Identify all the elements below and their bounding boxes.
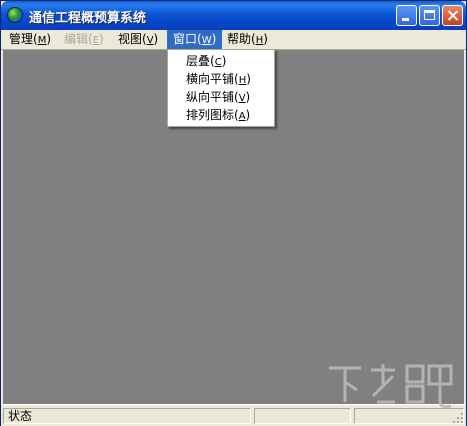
status-text: 状态 [8,409,33,423]
menu-mnemonic: W [201,35,212,46]
menu-label: 管理 [9,32,34,46]
menu-edit[interactable]: 编辑(E) [58,30,110,49]
menu-label: 视图 [118,32,143,46]
menu-help[interactable]: 帮助(H) [221,30,274,49]
window-menu-dropdown: 层叠(C) 横向平铺(H) 纵向平铺(V) 排列图标(A) [167,49,275,127]
minimize-icon [402,18,409,21]
globe-icon[interactable] [7,7,23,23]
menu-item-label: 横向平铺 [186,72,235,86]
menu-window[interactable]: 窗口(W) [167,30,223,49]
close-button[interactable] [442,5,463,26]
menu-bar: 管理(M) 编辑(E) 视图(V) 窗口(W) 帮助(H) [1,30,466,50]
maximize-button[interactable] [419,5,440,26]
watermark-logo-icon [329,364,453,408]
menu-mnemonic: V [238,93,246,104]
menu-mnemonic: V [146,35,154,46]
menu-mnemonic: H [255,35,264,46]
close-icon [443,6,462,25]
menu-mnemonic: A [238,111,246,122]
status-pane-main: 状态 [3,408,251,424]
menu-mnemonic: C [214,57,222,68]
menu-item-tile-horizontal[interactable]: 横向平铺(H) [186,70,251,88]
menu-item-label: 纵向平铺 [186,90,235,104]
maximize-icon [424,10,435,20]
menu-item-label: 排列图标 [186,108,235,122]
menu-item-arrange-icons[interactable]: 排列图标(A) [186,106,250,124]
menu-label: 编辑 [64,32,89,46]
menu-manage[interactable]: 管理(M) [3,30,57,49]
menu-label: 窗口 [173,32,198,46]
menu-mnemonic: M [37,35,47,46]
menu-item-tile-vertical[interactable]: 纵向平铺(V) [186,88,250,106]
menu-view[interactable]: 视图(V) [112,30,164,49]
menu-label: 帮助 [227,32,252,46]
window-title: 通信工程概预算系统 [29,11,147,26]
menu-mnemonic: E [92,35,100,46]
menu-item-cascade[interactable]: 层叠(C) [186,52,226,70]
app-window: 通信工程概预算系统 管理(M) 编辑(E) 视图(V) 窗口(W) 帮助(H) … [0,0,467,426]
menu-mnemonic: H [238,75,247,86]
title-bar[interactable]: 通信工程概预算系统 [1,1,466,30]
minimize-button[interactable] [396,5,417,26]
menu-item-label: 层叠 [186,54,211,68]
